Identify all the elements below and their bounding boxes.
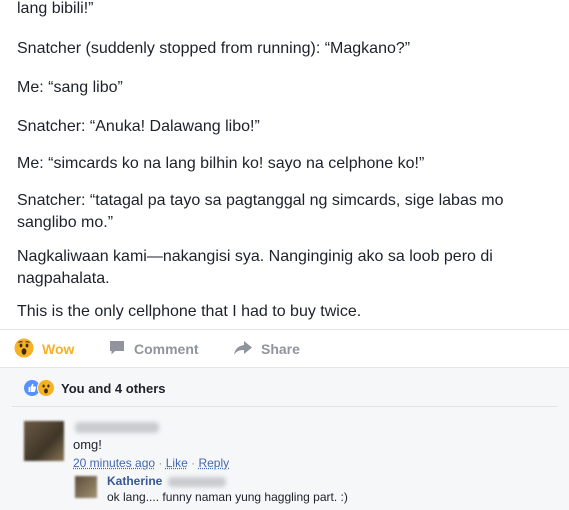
comment-bubble-icon [108,339,126,360]
divider [12,406,557,407]
wow-reaction-button[interactable]: Wow [14,337,74,361]
comment-reply-link[interactable]: Reply [198,456,229,470]
wow-emoji-icon [14,338,34,361]
post-paragraph: Snatcher: “Anuka! Dalawang libo!” [17,118,260,135]
comment-meta: 20 minutes ago · Like · Reply [73,456,229,470]
comment-button[interactable]: Comment [108,337,199,361]
reactions-summary[interactable]: You and 4 others [24,379,166,397]
wow-reaction-icon [37,379,55,397]
avatar[interactable] [24,421,64,461]
avatar[interactable] [75,476,97,498]
wow-label: Wow [42,341,75,357]
comment-timestamp[interactable]: 20 minutes ago [73,456,155,470]
share-arrow-icon [233,339,253,360]
post-paragraph: Snatcher (suddenly stopped from running)… [17,40,411,57]
post-paragraph: lang bibili!” [17,0,94,17]
reply-text: ok lang.... funny naman yung haggling pa… [107,490,348,504]
meta-separator: · [158,456,166,470]
share-button[interactable]: Share [233,337,300,361]
comment-author-name-redacted[interactable] [75,422,159,433]
comment-label: Comment [134,341,199,357]
post-actions-bar: Wow Comment Share [0,333,569,365]
comments-section: You and 4 others omg! 20 minutes ago · L… [0,368,569,510]
reply-author-name[interactable]: Katherine [107,474,162,488]
post-paragraph: Nagkaliwaan kami—nakangisi sya. Nangingi… [17,248,493,287]
post-paragraph: Me: “simcards ko na lang bilhin ko! sayo… [17,155,425,172]
reactions-summary-text: You and 4 others [61,380,166,396]
post-paragraph: This is the only cellphone that I had to… [17,303,362,320]
comment-text: omg! [73,437,102,452]
post-paragraph: Me: “sang libo” [17,79,123,96]
share-label: Share [261,341,300,357]
divider [0,329,569,330]
comment-like-link[interactable]: Like [166,456,188,470]
reply-author-surname-redacted [168,477,226,487]
post-paragraph: Snatcher: “tatagal pa tayo sa pagtanggal… [17,192,504,231]
